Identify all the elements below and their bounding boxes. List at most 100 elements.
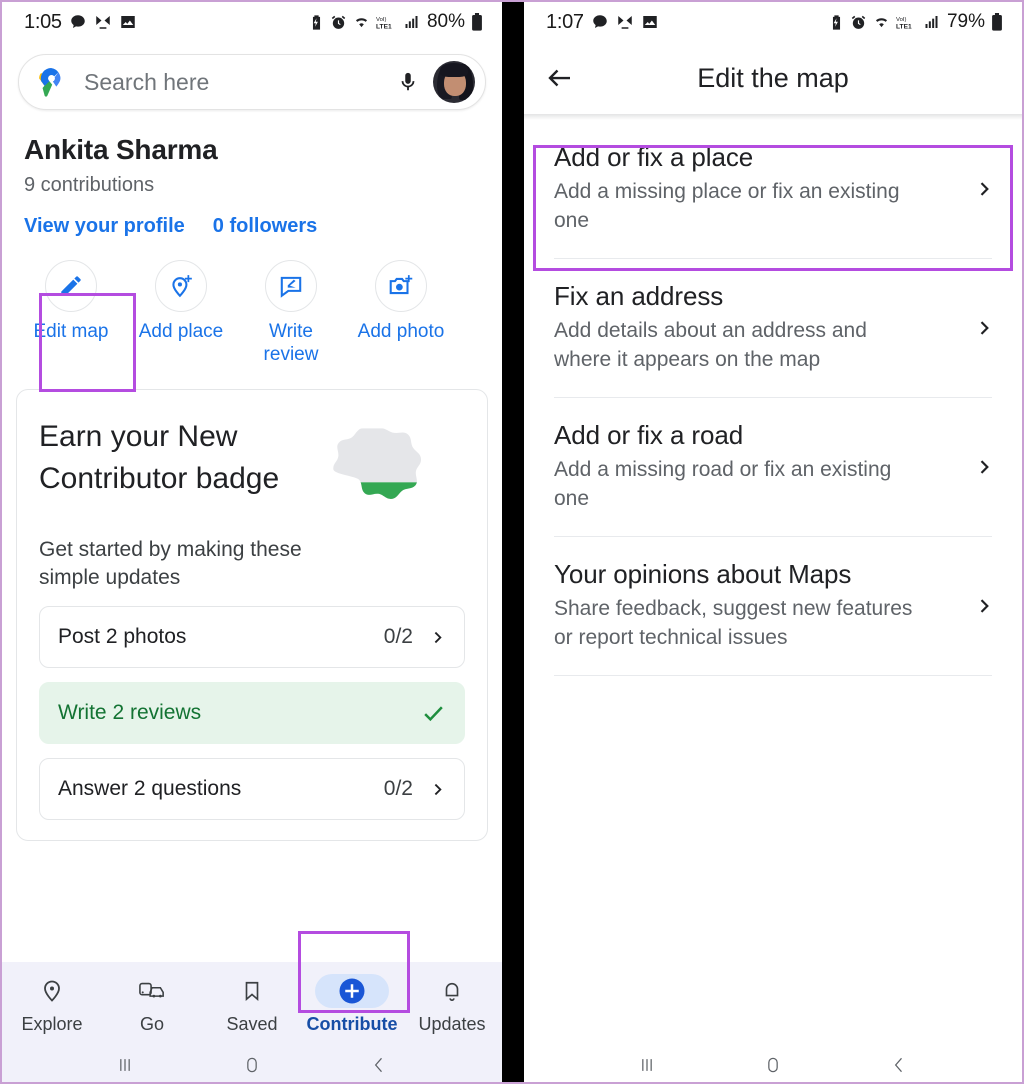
svg-text:VoI): VoI) [376,17,386,23]
nav-item-go[interactable]: Go [102,974,202,1035]
svg-text:LTE1: LTE1 [896,23,912,30]
location-pin-icon [15,974,89,1008]
action-label-add-place: Add place [138,321,224,342]
search-bar[interactable]: Search here [18,54,486,110]
home-icon[interactable] [242,1055,262,1075]
review-bubble-icon [265,260,317,312]
edit-item-text: Your opinions about Maps Share feedback,… [554,559,974,653]
badge-card-header: Earn your New Contributor badge [39,416,465,526]
task-row[interactable]: Post 2 photos 0/2 [39,606,465,669]
image-icon [119,13,137,31]
nav-item-saved[interactable]: Saved [202,974,302,1035]
task-label: Post 2 photos [58,625,187,649]
badge-card-subtitle: Get started by making these simple updat… [39,537,302,589]
nav-item-updates[interactable]: Updates [402,974,502,1035]
back-icon[interactable] [369,1055,389,1075]
home-icon[interactable] [763,1055,783,1075]
search-bar-container: Search here [2,42,502,116]
left-phone-screen: 1:05 VoI) LTE1 80% Search here Ankita Sh… [2,2,502,1082]
profile-name: Ankita Sharma [24,134,218,165]
arrow-back-icon[interactable] [524,63,596,93]
status-bar-left: 1:05 VoI) LTE1 80% [2,2,502,42]
edit-item-your-opinions-about-maps[interactable]: Your opinions about Maps Share feedback,… [524,536,1022,675]
message-icon [591,13,609,31]
wifi-icon [352,14,371,31]
google-maps-pin-logo [35,66,68,99]
recents-icon[interactable] [637,1055,657,1075]
chevron-right-icon [429,781,446,798]
nav-item-contribute[interactable]: Contribute [302,974,402,1035]
status-bar-left-group: 1:07 [546,11,659,34]
commute-icon [115,974,189,1008]
signal-icon [403,14,420,30]
view-your-profile-link[interactable]: View your profile [24,215,185,238]
edit-item-title: Fix an address [554,280,724,311]
quick-actions-row: Edit map Add place Write review Add phot… [2,252,502,367]
task-count: 0/2 [383,625,413,649]
page-title: Edit the map [697,62,849,93]
system-nav-left [2,1047,502,1082]
signal-icon [923,14,940,30]
task-row[interactable]: Write 2 reviews [39,682,465,745]
battery-saver-icon [308,14,325,31]
nav-item-explore[interactable]: Explore [2,974,102,1035]
battery-saver-icon [828,14,845,31]
followers-link[interactable]: 0 followers [213,215,317,238]
edit-item-text: Fix an address Add details about an addr… [554,281,974,375]
status-time: 1:07 [546,10,584,33]
check-icon [421,701,446,726]
edit-item-text: Add or fix a place Add a missing place o… [554,142,974,236]
action-add-place[interactable]: Add place [126,252,236,367]
chevron-right-icon [974,318,994,338]
edit-item-add-or-fix-a-road[interactable]: Add or fix a road Add a missing road or … [524,397,1022,536]
message-icon [69,13,87,31]
action-write-review[interactable]: Write review [236,252,346,367]
battery-percent-label: 79% [946,11,985,32]
action-edit-map[interactable]: Edit map [16,252,126,367]
edit-item-fix-an-address[interactable]: Fix an address Add details about an addr… [524,258,1022,397]
microphone-icon[interactable] [387,68,429,96]
nav-label-go: Go [139,1014,164,1034]
edit-item-add-or-fix-a-place[interactable]: Add or fix a place Add a missing place o… [524,120,1022,258]
right-phone-screen: 1:07 VoI) LTE1 79% Edit the map Add or f… [524,2,1022,1082]
bookmark-icon [215,974,289,1008]
chevron-right-icon [974,179,994,199]
svg-text:VoI): VoI) [896,17,906,23]
back-icon[interactable] [889,1055,909,1075]
task-label: Write 2 reviews [58,701,202,725]
chevron-right-icon [974,457,994,477]
edit-item-subtitle: Share feedback, suggest new features or … [554,596,913,649]
status-bar-left-group: 1:05 [24,11,137,34]
plus-circle-icon [315,974,389,1008]
bell-icon [415,974,489,1008]
edit-item-title: Add or fix a place [554,142,754,172]
status-bar-right-group: VoI) LTE1 79% [828,11,1004,33]
contact-missed-icon [94,13,112,31]
alarm-icon [330,14,347,31]
contributor-badge-art [329,422,433,526]
search-input[interactable]: Search here [84,69,387,96]
action-label-edit-map: Edit map [33,321,109,342]
task-row[interactable]: Answer 2 questions 0/2 [39,758,465,821]
edit-item-title: Add or fix a road [554,419,744,450]
svg-text:LTE1: LTE1 [376,23,392,30]
volte-icon: VoI) LTE1 [896,14,918,31]
chevron-right-icon [429,629,446,646]
task-label: Answer 2 questions [58,777,242,801]
recents-icon[interactable] [115,1055,135,1075]
pencil-icon [45,260,97,312]
action-add-photo[interactable]: Add photo [346,252,456,367]
edit-item-title: Your opinions about Maps [554,558,852,589]
nav-label-updates: Updates [418,1014,486,1034]
battery-icon [470,13,484,31]
edit-map-list: Add or fix a place Add a missing place o… [524,120,1022,676]
action-label-add-photo: Add photo [357,321,445,342]
avatar[interactable] [433,61,475,103]
badge-card-title: Earn your New Contributor badge [39,419,280,496]
battery-icon [990,13,1004,31]
contributor-badge-card: Earn your New Contributor badge Get star… [16,388,488,842]
nav-label-saved: Saved [226,1014,278,1034]
contact-missed-icon [616,13,634,31]
nav-label-explore: Explore [21,1014,83,1034]
bottom-nav-bar: Explore Go Saved Contribute Updates [2,962,502,1047]
